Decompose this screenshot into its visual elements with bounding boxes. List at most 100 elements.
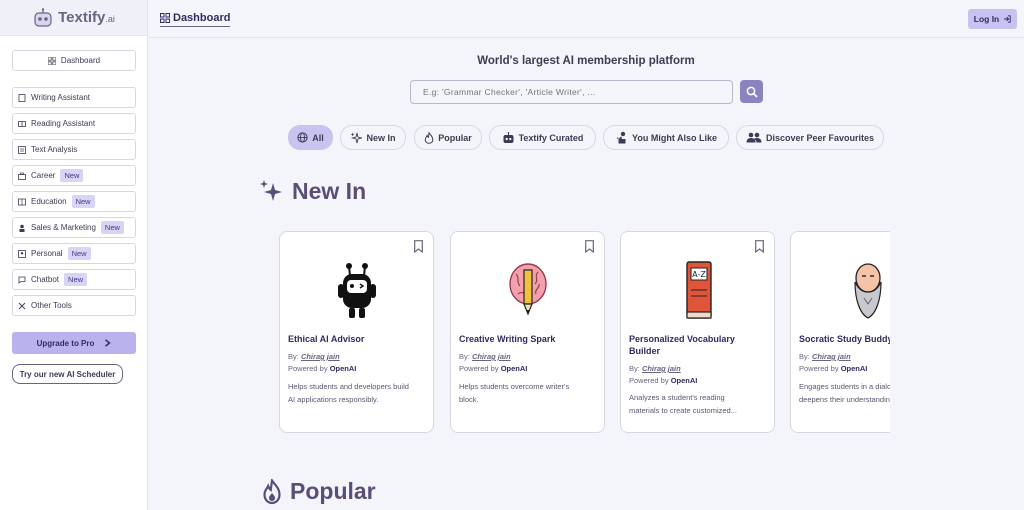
search-icon <box>746 86 758 98</box>
grid-icon <box>47 56 56 65</box>
tab-label: Dashboard <box>173 12 231 24</box>
users-icon <box>746 132 762 143</box>
sidebar-item-label: Career <box>31 171 56 180</box>
robot-logo-icon <box>34 7 52 27</box>
card-powered-by: Powered by OpenAI <box>799 364 868 373</box>
card-title: Creative Writing Spark <box>459 334 556 344</box>
sidebar-item-label: Chatbot <box>31 275 60 284</box>
author-link[interactable]: Chirag jain <box>301 352 340 361</box>
card-description: Analyzes a student's reading materials to… <box>629 393 737 415</box>
tab-dashboard[interactable]: Dashboard <box>160 12 231 27</box>
logo-text: Textify.ai <box>58 9 115 26</box>
bookmark-icon[interactable] <box>755 240 764 253</box>
new-badge: New <box>100 221 124 234</box>
fire-icon <box>424 131 434 144</box>
filter-textify-curated[interactable]: Textify Curated <box>489 125 596 150</box>
upgrade-to-pro-button[interactable]: Upgrade to Pro <box>12 332 136 354</box>
card-author: By: Chirag jain <box>799 352 851 361</box>
filter-new-in[interactable]: New In <box>340 125 406 150</box>
section-title-text: New In <box>292 178 367 204</box>
education-icon <box>18 198 26 205</box>
card-description: Helps students and developers build AI ap… <box>288 382 409 404</box>
bookmark-icon[interactable] <box>585 240 594 253</box>
filter-label: Discover Peer Favourites <box>765 132 875 143</box>
filter-label: New In <box>366 132 396 143</box>
person-icon <box>19 224 25 232</box>
sidebar-item-writing-assistant[interactable]: Writing Assistant <box>12 87 136 108</box>
login-arrow-icon <box>1004 15 1011 23</box>
new-badge: New <box>60 169 84 182</box>
author-link[interactable]: Chirag jain <box>642 364 681 373</box>
new-in-carousel: Ethical AI Advisor By: Chirag jain Power… <box>148 225 890 440</box>
filter-all[interactable]: All <box>288 125 333 150</box>
search-button[interactable] <box>740 80 763 103</box>
sidebar-item-career[interactable]: Career New <box>12 165 136 186</box>
page-tagline: World's largest AI membership platform <box>477 55 695 67</box>
philosopher-icon <box>853 263 882 319</box>
card-title: Personalized Vocabulary Builder <box>629 334 735 356</box>
login-button[interactable]: Log In <box>968 9 1017 29</box>
search-input[interactable] <box>410 80 733 104</box>
new-badge: New <box>67 247 91 260</box>
dictionary-book-icon: A-Z <box>685 261 712 319</box>
sidebar-item-sales-marketing[interactable]: Sales & Marketing New <box>12 217 136 238</box>
robot-icon <box>503 131 514 143</box>
fire-icon <box>263 478 281 504</box>
logo[interactable]: Textify.ai <box>0 0 147 36</box>
card-author: By: Chirag jain <box>459 352 511 361</box>
sidebar-item-chatbot[interactable]: Chatbot New <box>12 269 136 290</box>
chevron-right-icon <box>105 339 112 347</box>
card-powered-by: Powered by OpenAI <box>629 376 698 385</box>
card-title: Ethical AI Advisor <box>288 334 365 344</box>
tool-card-personalized-vocabulary-builder[interactable]: A-Z Personalized Vocabulary Builder By: C… <box>620 231 775 433</box>
ai-scheduler-button[interactable]: Try our new AI Scheduler <box>12 364 123 384</box>
sidebar-item-label: Reading Assistant <box>31 119 96 128</box>
sidebar-item-label: Other Tools <box>31 301 72 310</box>
filter-label: Textify Curated <box>518 132 584 143</box>
robot-headphones-icon <box>337 263 376 318</box>
sidebar-item-education[interactable]: Education New <box>12 191 136 212</box>
sparkle-icon <box>350 132 363 143</box>
upgrade-label: Upgrade to Pro <box>36 338 95 348</box>
sidebar-item-reading-assistant[interactable]: Reading Assistant <box>12 113 136 134</box>
sidebar-item-label: Sales & Marketing <box>31 223 96 232</box>
sidebar: Textify.ai Dashboard Writing Assistant R… <box>0 0 148 510</box>
top-header: Dashboard Log In <box>148 0 1024 38</box>
card-author: By: Chirag jain <box>629 364 681 373</box>
section-title-popular: Popular <box>262 478 376 505</box>
tool-card-ethical-ai-advisor[interactable]: Ethical AI Advisor By: Chirag jain Power… <box>279 231 434 433</box>
chat-icon <box>18 276 26 284</box>
sidebar-item-label: Text Analysis <box>31 145 78 154</box>
filter-label: You Might Also Like <box>632 132 717 143</box>
svg-text:A-Z: A-Z <box>692 270 706 279</box>
sidebar-item-text-analysis[interactable]: Text Analysis <box>12 139 136 160</box>
tool-card-creative-writing-spark[interactable]: Creative Writing Spark By: Chirag jain P… <box>450 231 605 433</box>
section-title-text: Popular <box>290 478 376 504</box>
sidebar-item-label: Personal <box>31 249 63 258</box>
text-icon <box>18 145 26 154</box>
tools-icon <box>18 302 26 309</box>
sidebar-item-other-tools[interactable]: Other Tools <box>12 295 136 316</box>
author-link[interactable]: Chirag jain <box>812 352 851 361</box>
card-illustration: A-Z <box>621 260 774 322</box>
globe-icon <box>297 132 308 143</box>
new-badge: New <box>64 273 88 286</box>
card-author: By: Chirag jain <box>288 352 340 361</box>
sidebar-item-personal[interactable]: Personal New <box>12 243 136 264</box>
card-powered-by: Powered by OpenAI <box>459 364 528 373</box>
card-illustration <box>451 260 604 322</box>
filter-you-might-also-like[interactable]: You Might Also Like <box>603 125 729 150</box>
new-badge: New <box>71 195 95 208</box>
bookmark-icon[interactable] <box>414 240 423 253</box>
card-description: Helps students overcome writer's block. <box>459 382 570 404</box>
sparkle-icon <box>260 180 282 201</box>
tool-card-socratic-study-buddy[interactable]: Socratic Study Buddy By: Chirag jain Pow… <box>790 231 890 433</box>
filter-popular[interactable]: Popular <box>414 125 482 150</box>
filter-discover-peer-favourites[interactable]: Discover Peer Favourites <box>736 125 884 150</box>
author-link[interactable]: Chirag jain <box>472 352 511 361</box>
sidebar-item-dashboard[interactable]: Dashboard <box>12 50 136 71</box>
book-icon <box>18 120 26 127</box>
thumbs-up-person-icon <box>616 131 626 144</box>
briefcase-icon <box>18 172 26 180</box>
sidebar-item-label: Writing Assistant <box>31 93 90 102</box>
